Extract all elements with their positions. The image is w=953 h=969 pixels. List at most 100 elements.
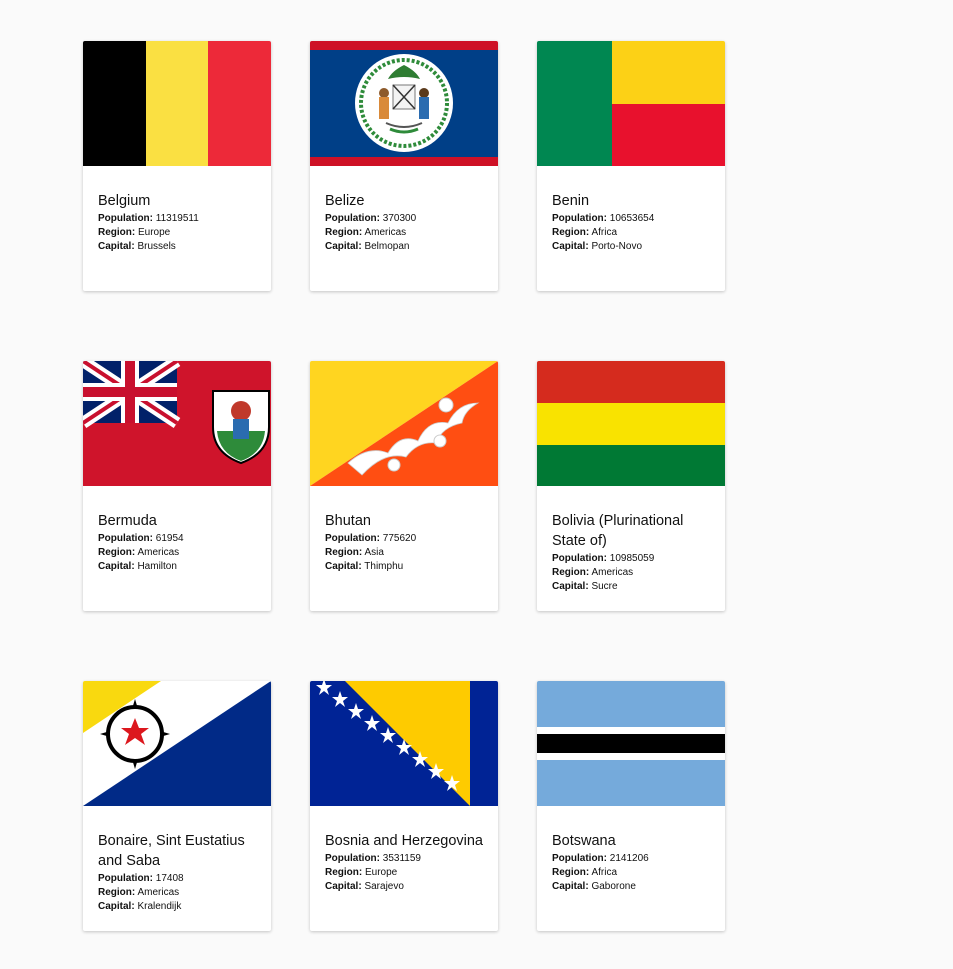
botswana-flag-icon [537, 681, 725, 806]
region-row: Region: Asia [325, 546, 483, 560]
belgium-flag-icon [83, 41, 271, 166]
population-value: 61954 [155, 533, 184, 544]
population-row: Population: 775620 [325, 532, 483, 546]
country-name: Bonaire, Sint Eustatius and Saba [98, 833, 245, 869]
capital-row: Capital: Porto-Novo [552, 240, 710, 254]
country-name: Belize [325, 193, 365, 209]
region-label: Region: [98, 547, 136, 558]
population-value: 2141206 [609, 853, 649, 864]
capital-label: Capital: [98, 561, 135, 572]
region-row: Region: Americas [325, 226, 483, 240]
belize-flag-icon [310, 41, 498, 166]
region-row: Region: Europe [325, 866, 483, 880]
capital-value: Kralendijk [137, 901, 182, 912]
capital-row: Capital: Belmopan [325, 240, 483, 254]
region-value: Africa [591, 227, 618, 238]
population-label: Population: [325, 213, 380, 224]
population-row: Population: 17408 [98, 872, 256, 886]
population-value: 11319511 [155, 213, 199, 224]
capital-value: Brussels [137, 241, 176, 252]
population-row: Population: 2141206 [552, 852, 710, 866]
capital-value: Belmopan [364, 241, 410, 252]
region-label: Region: [325, 227, 363, 238]
population-label: Population: [552, 853, 607, 864]
population-row: Population: 3531159 [325, 852, 483, 866]
population-value: 775620 [382, 533, 417, 544]
region-row: Region: Americas [98, 546, 256, 560]
population-row: Population: 61954 [98, 532, 256, 546]
capital-value: Hamilton [137, 561, 177, 572]
capital-label: Capital: [325, 241, 362, 252]
region-value: Americas [137, 887, 180, 898]
region-label: Region: [552, 567, 590, 578]
region-value: Europe [138, 227, 171, 238]
capital-row: Capital: Gaborone [552, 880, 710, 894]
population-value: 3531159 [382, 853, 421, 864]
country-card[interactable]: Benin Population: 10653654 Region: Afric… [537, 41, 725, 291]
country-name: Belgium [98, 193, 151, 209]
bonaire-flag-icon [83, 681, 271, 806]
capital-label: Capital: [98, 901, 135, 912]
population-label: Population: [98, 213, 153, 224]
country-name: Bolivia (Plurinational State of) [552, 513, 684, 549]
population-value: 370300 [382, 213, 417, 224]
country-name: Bermuda [98, 513, 157, 529]
bhutan-flag-icon [310, 361, 498, 486]
population-value: 10985059 [609, 553, 655, 564]
country-card[interactable]: Botswana Population: 2141206 Region: Afr… [537, 681, 725, 931]
population-label: Population: [552, 213, 607, 224]
population-value: 10653654 [609, 213, 655, 224]
region-label: Region: [325, 547, 363, 558]
region-row: Region: Americas [98, 886, 256, 900]
capital-value: Sucre [591, 581, 618, 592]
population-label: Population: [98, 873, 153, 884]
capital-row: Capital: Kralendijk [98, 900, 256, 914]
population-label: Population: [325, 533, 380, 544]
region-label: Region: [552, 227, 590, 238]
region-row: Region: Americas [552, 566, 710, 580]
region-value: Americas [591, 567, 634, 578]
benin-flag-icon [537, 41, 725, 166]
region-value: Americas [137, 547, 180, 558]
country-card[interactable]: Bonaire, Sint Eustatius and Saba Populat… [83, 681, 271, 931]
country-card[interactable]: Bhutan Population: 775620 Region: Asia C… [310, 361, 498, 611]
region-label: Region: [98, 227, 136, 238]
capital-label: Capital: [552, 881, 589, 892]
country-card[interactable]: Bolivia (Plurinational State of) Populat… [537, 361, 725, 611]
population-row: Population: 10985059 [552, 552, 710, 566]
region-row: Region: Africa [552, 866, 710, 880]
country-name: Bhutan [325, 513, 371, 529]
capital-label: Capital: [98, 241, 135, 252]
capital-row: Capital: Sarajevo [325, 880, 483, 894]
population-row: Population: 10653654 [552, 212, 710, 226]
capital-row: Capital: Thimphu [325, 560, 483, 574]
region-value: Europe [365, 867, 398, 878]
region-value: Africa [591, 867, 618, 878]
population-value: 17408 [155, 873, 184, 884]
bermuda-flag-icon [83, 361, 271, 486]
country-card[interactable]: Bosnia and Herzegovina Population: 35311… [310, 681, 498, 931]
country-card[interactable]: Bermuda Population: 61954 Region: Americ… [83, 361, 271, 611]
capital-row: Capital: Hamilton [98, 560, 256, 574]
region-label: Region: [98, 887, 136, 898]
region-row: Region: Africa [552, 226, 710, 240]
population-label: Population: [98, 533, 153, 544]
region-value: Asia [364, 547, 384, 558]
country-card[interactable]: Belgium Population: 11319511 Region: Eur… [83, 41, 271, 291]
capital-value: Porto-Novo [591, 241, 643, 252]
bolivia-flag-icon [537, 361, 725, 486]
capital-row: Capital: Sucre [552, 580, 710, 594]
capital-label: Capital: [325, 881, 362, 892]
capital-label: Capital: [325, 561, 362, 572]
capital-value: Gaborone [591, 881, 636, 892]
capital-value: Sarajevo [364, 881, 404, 892]
region-row: Region: Europe [98, 226, 256, 240]
region-label: Region: [552, 867, 590, 878]
population-label: Population: [325, 853, 380, 864]
population-row: Population: 11319511 [98, 212, 256, 226]
capital-row: Capital: Brussels [98, 240, 256, 254]
capital-value: Thimphu [364, 561, 404, 572]
country-card[interactable]: Belize Population: 370300 Region: Americ… [310, 41, 498, 291]
capital-label: Capital: [552, 581, 589, 592]
country-name: Bosnia and Herzegovina [325, 833, 483, 849]
